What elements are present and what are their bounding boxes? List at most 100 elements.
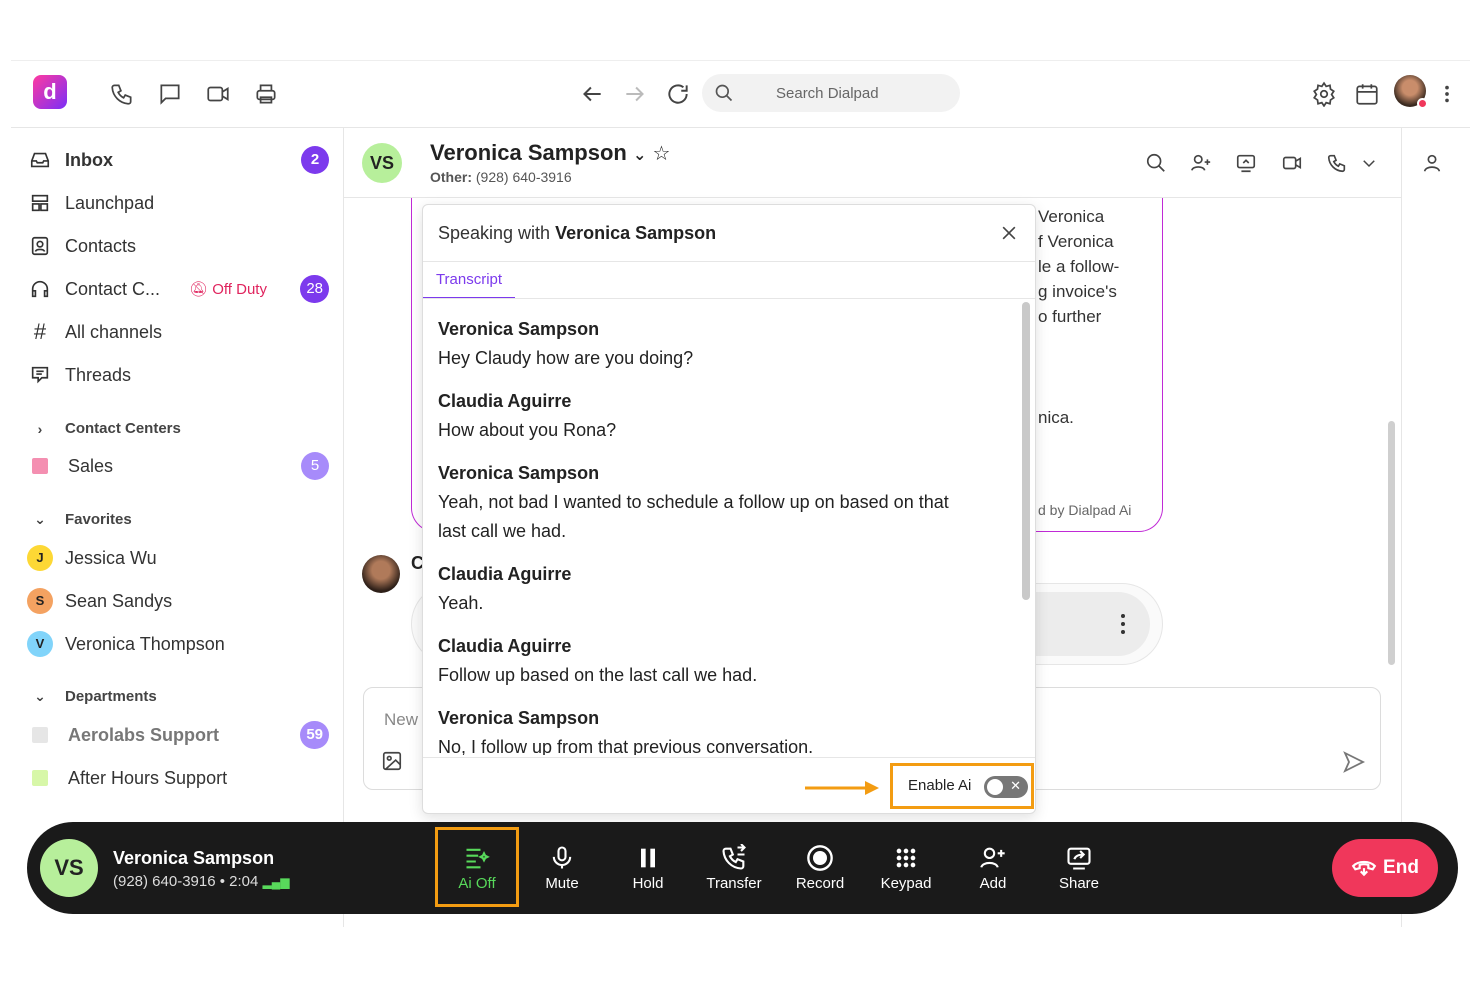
headset-icon: [29, 278, 51, 300]
call-icon[interactable]: [1326, 152, 1348, 174]
transcript-speaker: Claudia Aguirre: [438, 636, 572, 656]
chat-scrollbar[interactable]: [1388, 421, 1395, 665]
fax-icon[interactable]: [253, 81, 279, 107]
sidebar-item-contact-center[interactable]: Contact C... 🔕︎ Off Duty 28: [29, 274, 329, 304]
chevron-down-icon[interactable]: [1360, 152, 1378, 174]
chevron-down-icon[interactable]: ⌄: [633, 147, 646, 164]
ai-toggle-button[interactable]: Ai Off: [437, 842, 517, 898]
sidebar-item-label: All channels: [65, 321, 163, 342]
more-vertical-icon[interactable]: [1120, 612, 1126, 636]
dialpad-logo[interactable]: d: [33, 75, 67, 109]
screen-share-icon: [1067, 847, 1091, 870]
end-label: End: [1383, 857, 1419, 878]
off-duty-label: Off Duty: [212, 281, 267, 298]
add-person-icon: [980, 847, 1005, 868]
sidebar-item-label: Launchpad: [65, 192, 155, 213]
close-icon: ✕: [1010, 778, 1021, 793]
section-contact-centers[interactable]: › Contact Centers: [29, 420, 181, 437]
gear-icon[interactable]: [1311, 81, 1337, 108]
tab-divider: [423, 298, 1035, 299]
sidebar-item-inbox[interactable]: Inbox 2: [29, 145, 329, 175]
mute-button[interactable]: Mute: [522, 842, 602, 898]
video-icon[interactable]: [1281, 152, 1303, 174]
avatar: J: [27, 545, 53, 571]
popup-title-name: Veronica Sampson: [555, 223, 717, 243]
arrow-annotation-icon: [805, 781, 879, 795]
sidebar-item-contacts[interactable]: Contacts: [29, 231, 329, 261]
favorite-sean-sandys[interactable]: S Sean Sandys: [27, 586, 329, 616]
screen-share-icon[interactable]: [1235, 152, 1257, 174]
message-icon[interactable]: [157, 81, 183, 107]
keypad-button[interactable]: Keypad: [866, 842, 946, 898]
section-label: Contact Centers: [65, 420, 181, 437]
share-screen-button[interactable]: Share: [1039, 842, 1119, 898]
popup-title-prefix: Speaking with: [438, 223, 551, 243]
transcript-popup: Speaking with Veronica Sampson Transcrip…: [422, 204, 1036, 814]
favorite-jessica-wu[interactable]: J Jessica Wu: [27, 543, 329, 573]
sidebar-item-launchpad[interactable]: Launchpad: [29, 188, 329, 218]
search-input[interactable]: Search Dialpad: [702, 74, 960, 112]
contact-avatar[interactable]: VS: [362, 143, 402, 183]
image-icon[interactable]: [381, 750, 403, 772]
search-icon[interactable]: [1145, 152, 1167, 174]
call-duration: 2:04: [229, 873, 259, 890]
phone-icon[interactable]: [109, 81, 135, 107]
add-caller-button[interactable]: Add: [953, 842, 1033, 898]
user-avatar[interactable]: [1394, 75, 1428, 109]
add-person-icon[interactable]: [1190, 152, 1212, 174]
chevron-down-icon: ⌄: [34, 688, 46, 704]
sidebar-item-aerolabs-support[interactable]: Aerolabs Support 59: [29, 720, 329, 750]
contact-name[interactable]: Veronica Sampson ⌄ ☆: [430, 140, 670, 166]
person-icon[interactable]: [1421, 152, 1443, 174]
off-duty-status[interactable]: 🔕︎ Off Duty: [189, 280, 267, 298]
contact-phone: Other: (928) 640-3916: [430, 169, 572, 185]
refresh-icon[interactable]: [665, 81, 691, 107]
mute-label: Mute: [545, 875, 579, 892]
sidebar-item-threads[interactable]: Threads: [29, 360, 329, 390]
bubble-footer: d by Dialpad Ai: [1038, 502, 1132, 518]
more-vertical-icon[interactable]: [1436, 81, 1458, 107]
sidebar-item-after-hours-support[interactable]: After Hours Support: [29, 763, 329, 793]
enable-ai-toggle[interactable]: ✕: [984, 776, 1028, 798]
close-icon[interactable]: [999, 223, 1019, 243]
section-favorites[interactable]: ⌄ Favorites: [29, 511, 132, 528]
transcript-speaker: Claudia Aguirre: [438, 391, 572, 411]
section-departments[interactable]: ⌄ Departments: [29, 688, 157, 705]
sender-avatar[interactable]: [362, 555, 400, 593]
active-call-bar: VS Veronica Sampson (928) 640-3916 • 2:0…: [27, 822, 1458, 914]
calendar-icon[interactable]: [1354, 81, 1380, 107]
caller-avatar[interactable]: VS: [40, 839, 98, 897]
hash-icon: #: [33, 319, 47, 344]
hang-up-icon: [1351, 860, 1377, 877]
video-icon[interactable]: [205, 81, 231, 107]
pause-icon: [641, 848, 655, 868]
sidebar-item-sales[interactable]: Sales 5: [29, 451, 329, 481]
tab-transcript[interactable]: Transcript: [423, 263, 515, 299]
back-arrow-icon[interactable]: [579, 81, 605, 107]
conversation-header: VS Veronica Sampson ⌄ ☆ Other: (928) 640…: [344, 128, 1401, 198]
favorite-name: Veronica Thompson: [65, 633, 225, 654]
enable-ai-label: Enable Ai: [908, 777, 972, 794]
contact-name-text: Veronica Sampson: [430, 140, 627, 165]
end-call-button[interactable]: End: [1332, 839, 1438, 897]
forward-arrow-icon[interactable]: [622, 81, 648, 107]
sidebar-item-label: Aerolabs Support: [68, 724, 220, 745]
keypad-label: Keypad: [880, 875, 932, 892]
send-icon[interactable]: [1342, 750, 1366, 774]
sidebar-item-all-channels[interactable]: # All channels: [29, 317, 329, 347]
popup-header: Speaking with Veronica Sampson: [423, 205, 1035, 262]
star-icon[interactable]: ☆: [653, 143, 671, 165]
favorite-veronica-thompson[interactable]: V Veronica Thompson: [27, 629, 329, 659]
sidebar-item-label: Inbox: [65, 149, 113, 170]
chevron-right-icon: ›: [37, 420, 43, 437]
bubble-text: o further: [1038, 307, 1102, 326]
contact-center-count-badge: 28: [300, 275, 329, 303]
transcript-speaker: Claudia Aguirre: [438, 564, 572, 584]
hold-button[interactable]: Hold: [608, 842, 688, 898]
search-placeholder: Search Dialpad: [776, 85, 879, 102]
record-button[interactable]: Record: [780, 842, 860, 898]
record-icon: [807, 845, 833, 871]
toggle-knob: [987, 779, 1003, 795]
transcript-scrollbar[interactable]: [1022, 302, 1030, 600]
transfer-button[interactable]: Transfer: [694, 842, 774, 898]
